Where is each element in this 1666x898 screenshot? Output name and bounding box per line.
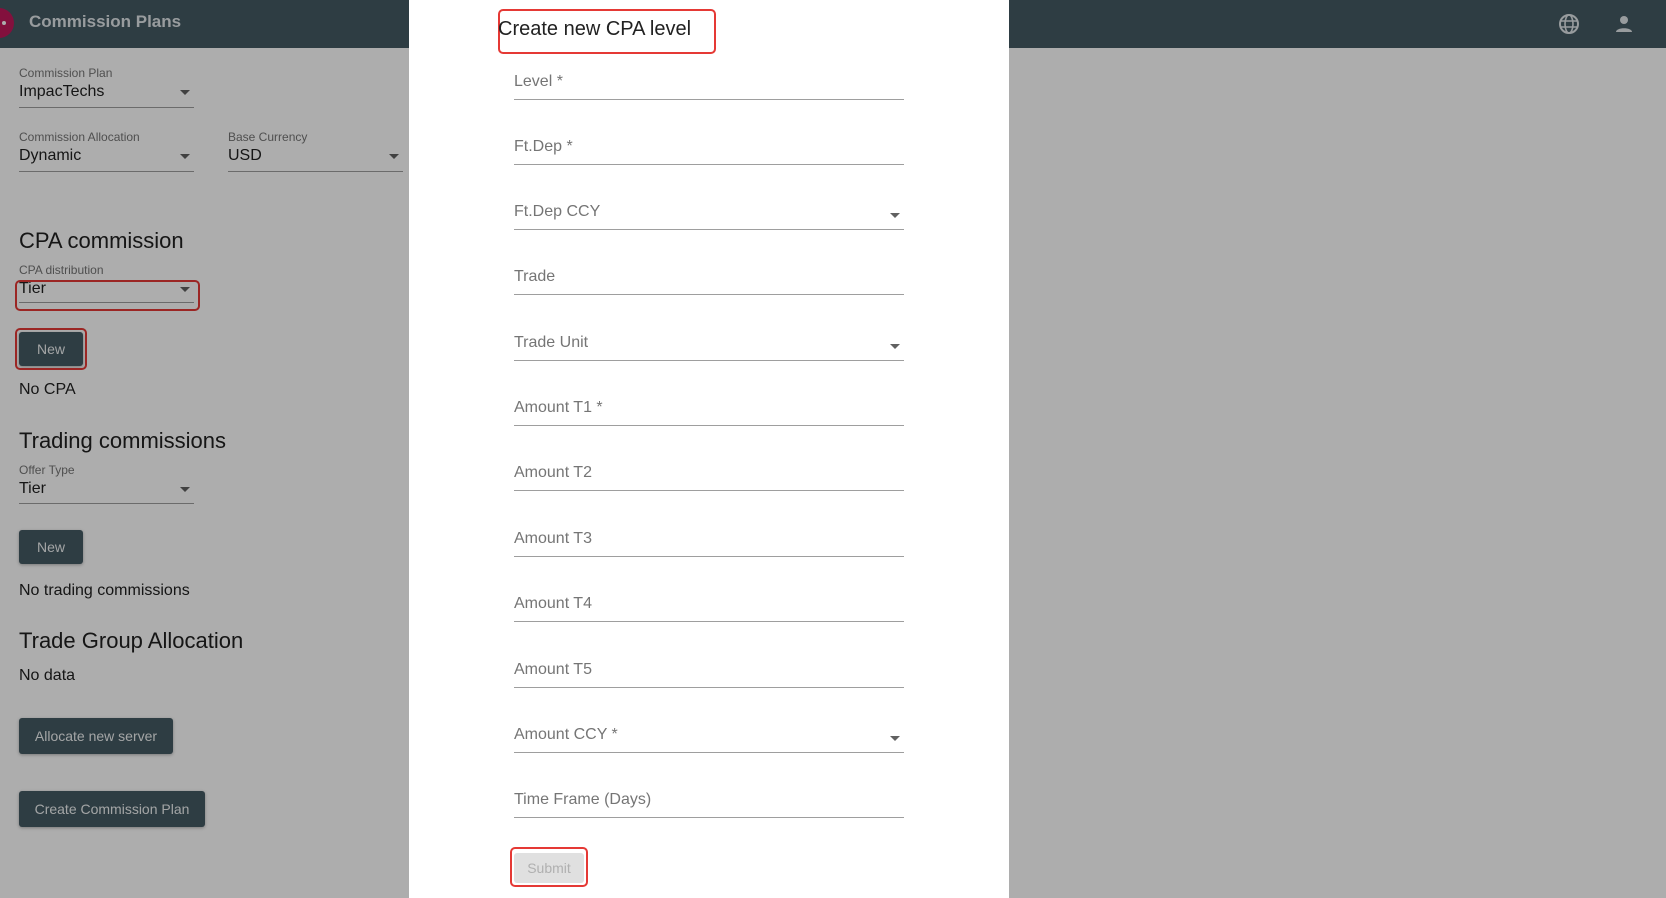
trade-placeholder: Trade	[514, 268, 556, 285]
time-frame-input[interactable]: Time Frame (Days)	[514, 788, 904, 818]
amount-t5-input[interactable]: Amount T5	[514, 658, 904, 688]
trade-unit-select[interactable]: Trade Unit	[514, 331, 904, 361]
dialog-title: Create new CPA level	[498, 18, 692, 40]
amount-t1-input[interactable]: Amount T1 *	[514, 396, 904, 426]
amount-t1-placeholder: Amount T1 *	[514, 399, 603, 416]
time-frame-placeholder: Time Frame (Days)	[514, 791, 652, 808]
amount-t3-input[interactable]: Amount T3	[514, 527, 904, 557]
amount-ccy-placeholder: Amount CCY *	[514, 726, 618, 743]
amount-t2-placeholder: Amount T2	[514, 464, 592, 481]
submit-button[interactable]: Submit	[514, 853, 584, 883]
ft-dep-input[interactable]: Ft.Dep *	[514, 135, 904, 165]
chevron-down-icon	[890, 736, 900, 741]
amount-ccy-select[interactable]: Amount CCY *	[514, 723, 904, 753]
amount-t3-placeholder: Amount T3	[514, 530, 592, 547]
ft-dep-placeholder: Ft.Dep *	[514, 138, 573, 155]
amount-t4-input[interactable]: Amount T4	[514, 592, 904, 622]
amount-t2-input[interactable]: Amount T2	[514, 461, 904, 491]
level-placeholder: Level *	[514, 73, 563, 90]
ft-dep-ccy-select[interactable]: Ft.Dep CCY	[514, 200, 904, 230]
ft-dep-ccy-placeholder: Ft.Dep CCY	[514, 203, 601, 220]
trade-input[interactable]: Trade	[514, 265, 904, 295]
chevron-down-icon	[890, 344, 900, 349]
create-cpa-level-dialog: Create new CPA level Level * Ft.Dep * Ft…	[409, 0, 1009, 898]
chevron-down-icon	[890, 213, 900, 218]
trade-unit-placeholder: Trade Unit	[514, 334, 589, 351]
level-input[interactable]: Level *	[514, 70, 904, 100]
amount-t4-placeholder: Amount T4	[514, 595, 592, 612]
amount-t5-placeholder: Amount T5	[514, 661, 592, 678]
